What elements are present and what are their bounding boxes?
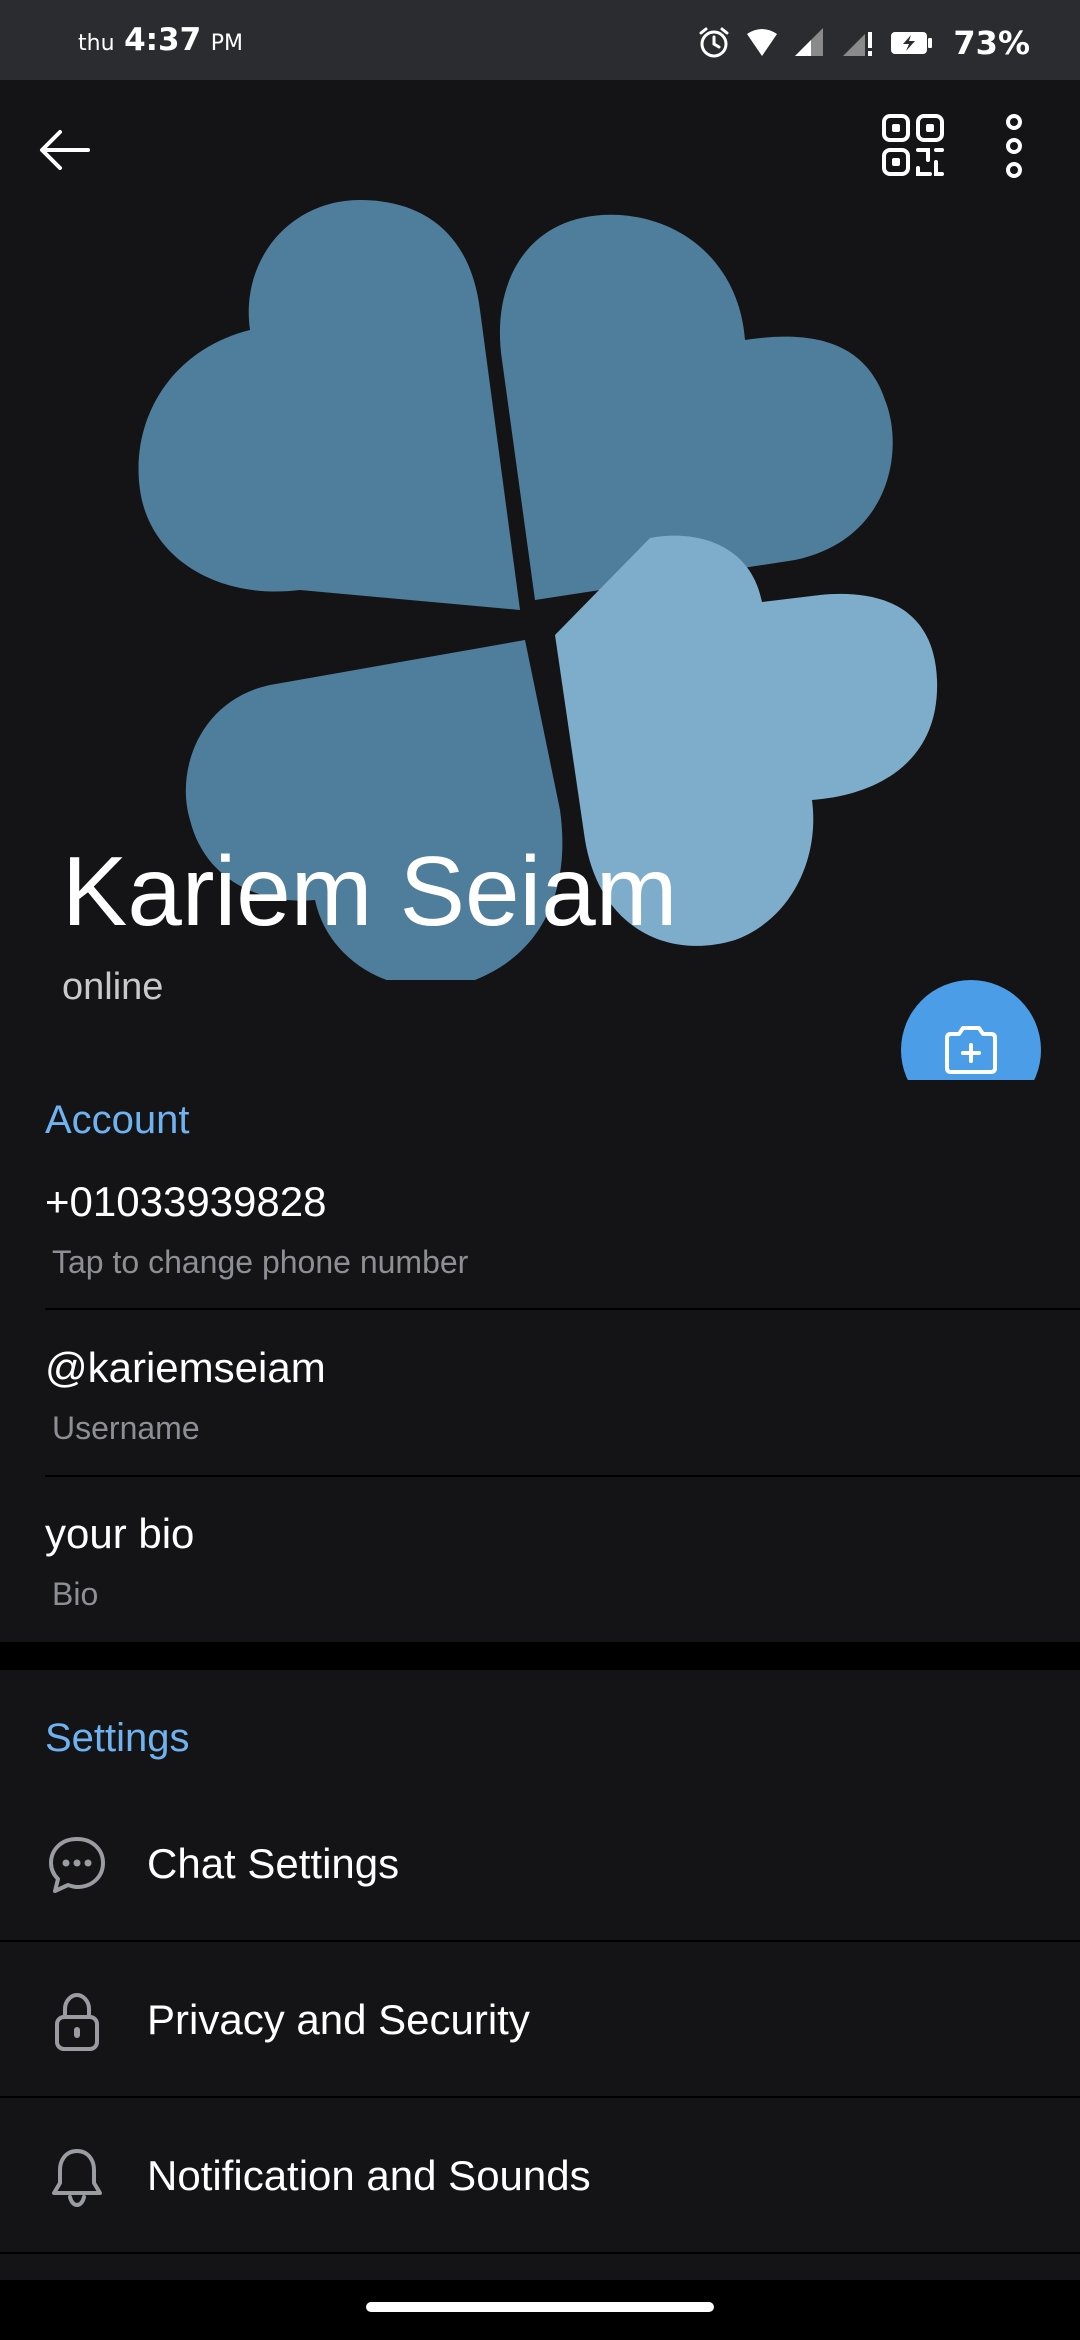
divider (0, 2252, 1080, 2254)
bio-value: your bio (45, 1510, 195, 1557)
bio-label: Bio (52, 1576, 99, 1612)
profile-header: Kariem Seiam online (0, 80, 1080, 1080)
status-bar: thu 4:37 PM 73% (0, 0, 1080, 80)
qr-code-icon[interactable] (878, 110, 948, 180)
wifi-icon (747, 29, 778, 56)
profile-name: Kariem Seiam (62, 836, 678, 946)
battery-percent: 73% (953, 24, 1030, 62)
chat-settings-item[interactable]: Chat Settings (0, 1788, 1080, 1942)
status-clock: thu 4:37 PM (78, 22, 243, 58)
arrow-left-icon[interactable] (34, 118, 98, 182)
status-time: 4:37 (124, 22, 202, 58)
notifications-sounds-label: Notification and Sounds (147, 2152, 591, 2199)
home-indicator[interactable] (366, 2302, 714, 2312)
account-section: Account +01033939828 Tap to change phone… (0, 1080, 1080, 1642)
username-row[interactable]: @kariemseiam Username (0, 1336, 1080, 1502)
lock-icon (55, 1992, 99, 2051)
signal-alert-icon (843, 32, 873, 56)
status-ampm: PM (210, 31, 243, 56)
privacy-security-label: Privacy and Security (147, 1996, 530, 2043)
profile-status: online (62, 966, 164, 1008)
notifications-sounds-item[interactable]: Notification and Sounds (0, 2100, 1080, 2254)
signal-icon (795, 28, 824, 56)
battery-icon (891, 32, 933, 54)
chat-bubble-icon (49, 1837, 105, 1893)
account-title: Account (45, 1098, 190, 1142)
phone-number: +01033939828 (45, 1178, 327, 1225)
divider (45, 1308, 1080, 1310)
status-icons: 73% (697, 22, 1030, 64)
username-label: Username (52, 1410, 200, 1446)
divider (45, 1475, 1080, 1477)
phone-hint: Tap to change phone number (52, 1244, 469, 1280)
section-separator (0, 1642, 1080, 1670)
divider (0, 1940, 1080, 1942)
settings-section: Settings Chat Settings Privacy and Secur… (0, 1670, 1080, 2280)
more-vertical-icon[interactable] (994, 112, 1034, 182)
divider (0, 2096, 1080, 2098)
alarm-icon (699, 27, 729, 58)
username-value: @kariemseiam (45, 1344, 326, 1391)
status-day: thu (78, 31, 115, 56)
bell-icon (52, 2149, 102, 2208)
privacy-security-item[interactable]: Privacy and Security (0, 1944, 1080, 2098)
settings-title: Settings (45, 1716, 190, 1760)
bio-row[interactable]: your bio Bio (0, 1502, 1080, 1642)
chat-settings-label: Chat Settings (147, 1840, 400, 1887)
add-photo-icon (945, 1026, 997, 1074)
